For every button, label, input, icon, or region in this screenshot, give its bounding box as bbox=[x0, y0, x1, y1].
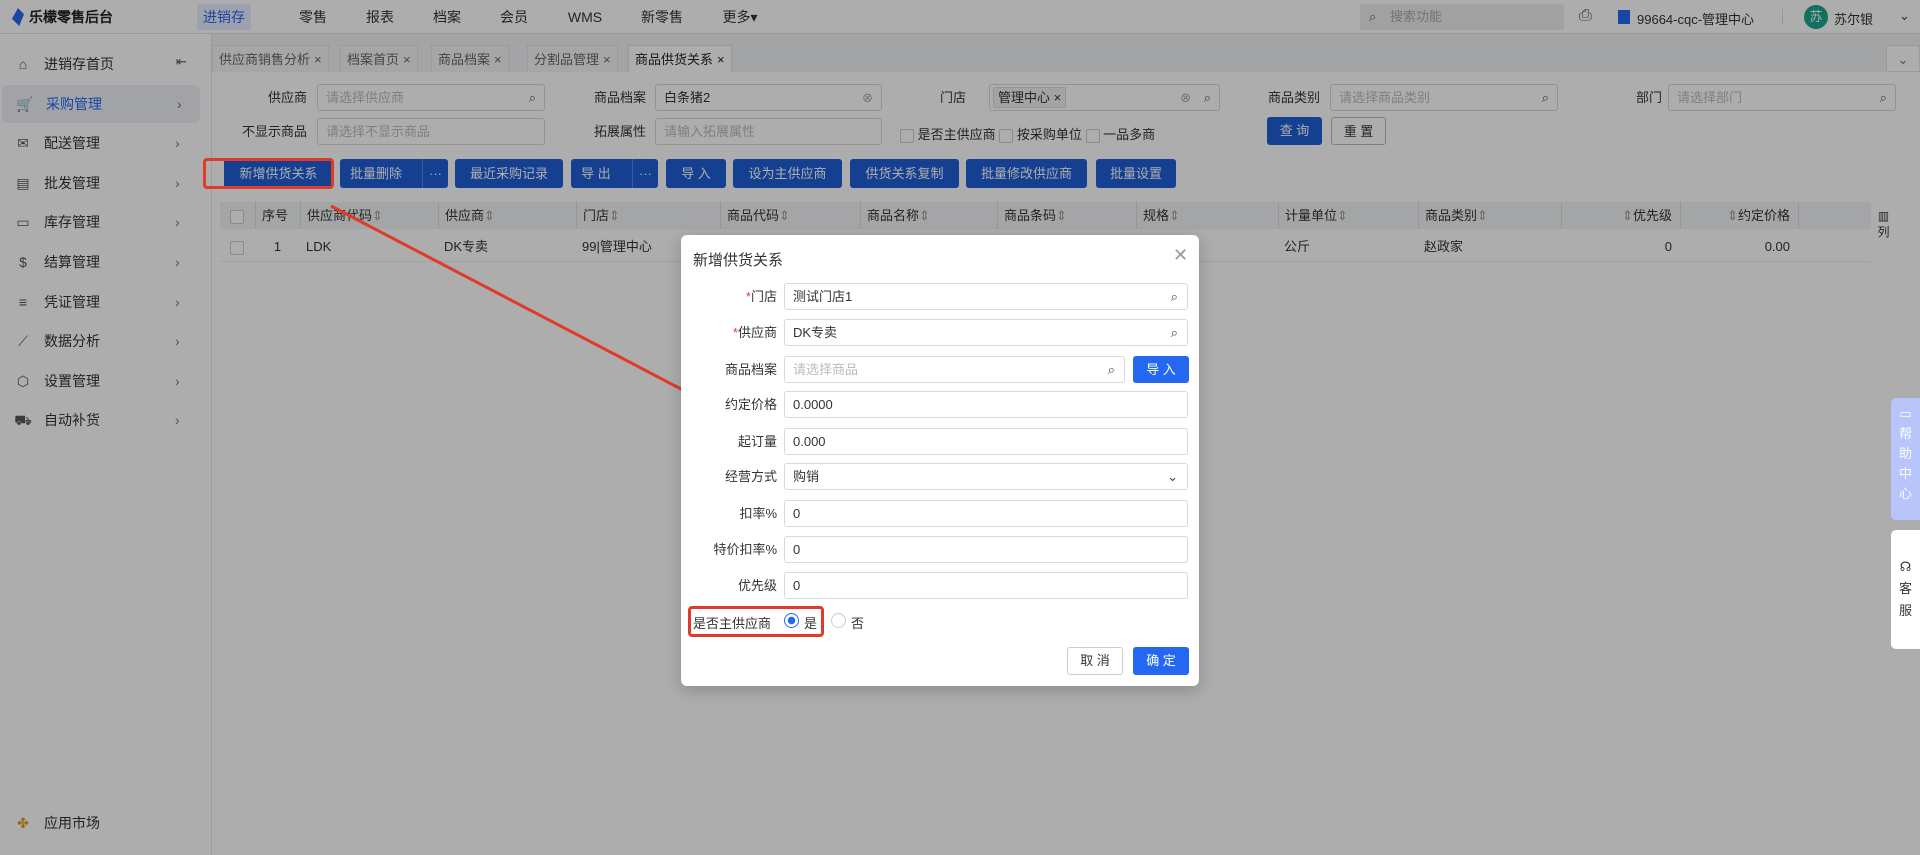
help-center-button[interactable]: ▭ 帮助中心 bbox=[1891, 398, 1920, 520]
field-label-text: 约定价格 bbox=[724, 397, 777, 412]
radio-yes-label: 是 bbox=[804, 616, 818, 631]
field-value: DK专卖 bbox=[793, 325, 838, 340]
field-label-text: 特价扣率% bbox=[713, 542, 777, 557]
field-label: *门店 bbox=[681, 283, 777, 310]
field-label: 优先级 bbox=[681, 572, 777, 599]
supplier-field[interactable]: DK专卖 ⌕ bbox=[784, 319, 1188, 346]
field-value: 购销 bbox=[793, 469, 820, 484]
import-product-button[interactable]: 导 入 bbox=[1133, 356, 1189, 383]
help-char: 中 bbox=[1898, 466, 1912, 481]
field-label-text: 供应商 bbox=[737, 325, 777, 340]
help-char: 心 bbox=[1898, 486, 1912, 501]
min-order-qty-field[interactable]: 0.000 bbox=[784, 428, 1188, 455]
close-icon[interactable]: ✕ bbox=[1173, 245, 1188, 266]
search-icon[interactable]: ⌕ bbox=[1108, 357, 1115, 382]
message-icon: ▭ bbox=[1899, 406, 1912, 421]
arrow-line bbox=[330, 204, 726, 414]
customer-service-button[interactable]: ☊ 客服 bbox=[1891, 530, 1920, 649]
help-char: 助 bbox=[1898, 446, 1912, 461]
field-label-text: 优先级 bbox=[737, 578, 777, 593]
search-icon[interactable]: ⌕ bbox=[1171, 320, 1178, 345]
service-char: 客 bbox=[1898, 581, 1912, 596]
field-label: 经营方式 bbox=[681, 463, 777, 490]
field-label: 扣率% bbox=[681, 500, 777, 527]
product-field[interactable]: 请选择商品 ⌕ bbox=[784, 356, 1125, 383]
field-value: 测试门店1 bbox=[793, 289, 853, 304]
field-value: 0 bbox=[793, 578, 801, 593]
radio-yes[interactable] bbox=[784, 613, 799, 628]
field-label: 特价扣率% bbox=[681, 536, 777, 563]
field-value: 0 bbox=[793, 542, 801, 557]
cancel-button[interactable]: 取 消 bbox=[1067, 647, 1123, 675]
discount-rate-field[interactable]: 0 bbox=[784, 500, 1188, 527]
field-value: 0.0000 bbox=[793, 397, 833, 412]
field-label-text: 商品档案 bbox=[724, 362, 777, 377]
main-supplier-label: 是否主供应商 bbox=[693, 616, 772, 631]
field-label-text: 门店 bbox=[750, 289, 777, 304]
chevron-down-icon[interactable]: ⌄ bbox=[1167, 464, 1178, 489]
field-label: *供应商 bbox=[681, 319, 777, 346]
radio-no-label: 否 bbox=[851, 616, 865, 631]
headset-icon: ☊ bbox=[1899, 559, 1912, 574]
special-discount-rate-field[interactable]: 0 bbox=[784, 536, 1188, 563]
service-char: 服 bbox=[1898, 603, 1912, 618]
agreed-price-field[interactable]: 0.0000 bbox=[784, 391, 1188, 418]
field-label-text: 扣率% bbox=[739, 506, 777, 521]
field-label-text: 经营方式 bbox=[724, 469, 777, 484]
help-char: 帮 bbox=[1898, 426, 1912, 441]
store-field[interactable]: 测试门店1 ⌕ bbox=[784, 283, 1188, 310]
field-label-text: 起订量 bbox=[737, 434, 777, 449]
priority-field[interactable]: 0 bbox=[784, 572, 1188, 599]
search-icon[interactable]: ⌕ bbox=[1171, 284, 1178, 309]
radio-no[interactable] bbox=[831, 613, 846, 628]
field-label: 起订量 bbox=[681, 428, 777, 455]
field-value: 0 bbox=[793, 506, 801, 521]
confirm-button[interactable]: 确 定 bbox=[1133, 647, 1189, 675]
business-mode-field[interactable]: 购销 ⌄ bbox=[784, 463, 1188, 490]
placeholder: 请选择商品 bbox=[793, 362, 859, 377]
add-supply-relation-dialog: 新增供货关系 ✕ *门店 测试门店1 ⌕ *供应商 DK专卖 ⌕ 商品档案 请选择商品 ⌕ 约定价… bbox=[681, 235, 1199, 686]
field-label: 约定价格 bbox=[681, 391, 777, 418]
field-value: 0.000 bbox=[793, 434, 826, 449]
field-label: 商品档案 bbox=[681, 356, 777, 383]
dialog-title: 新增供货关系 bbox=[693, 252, 784, 269]
